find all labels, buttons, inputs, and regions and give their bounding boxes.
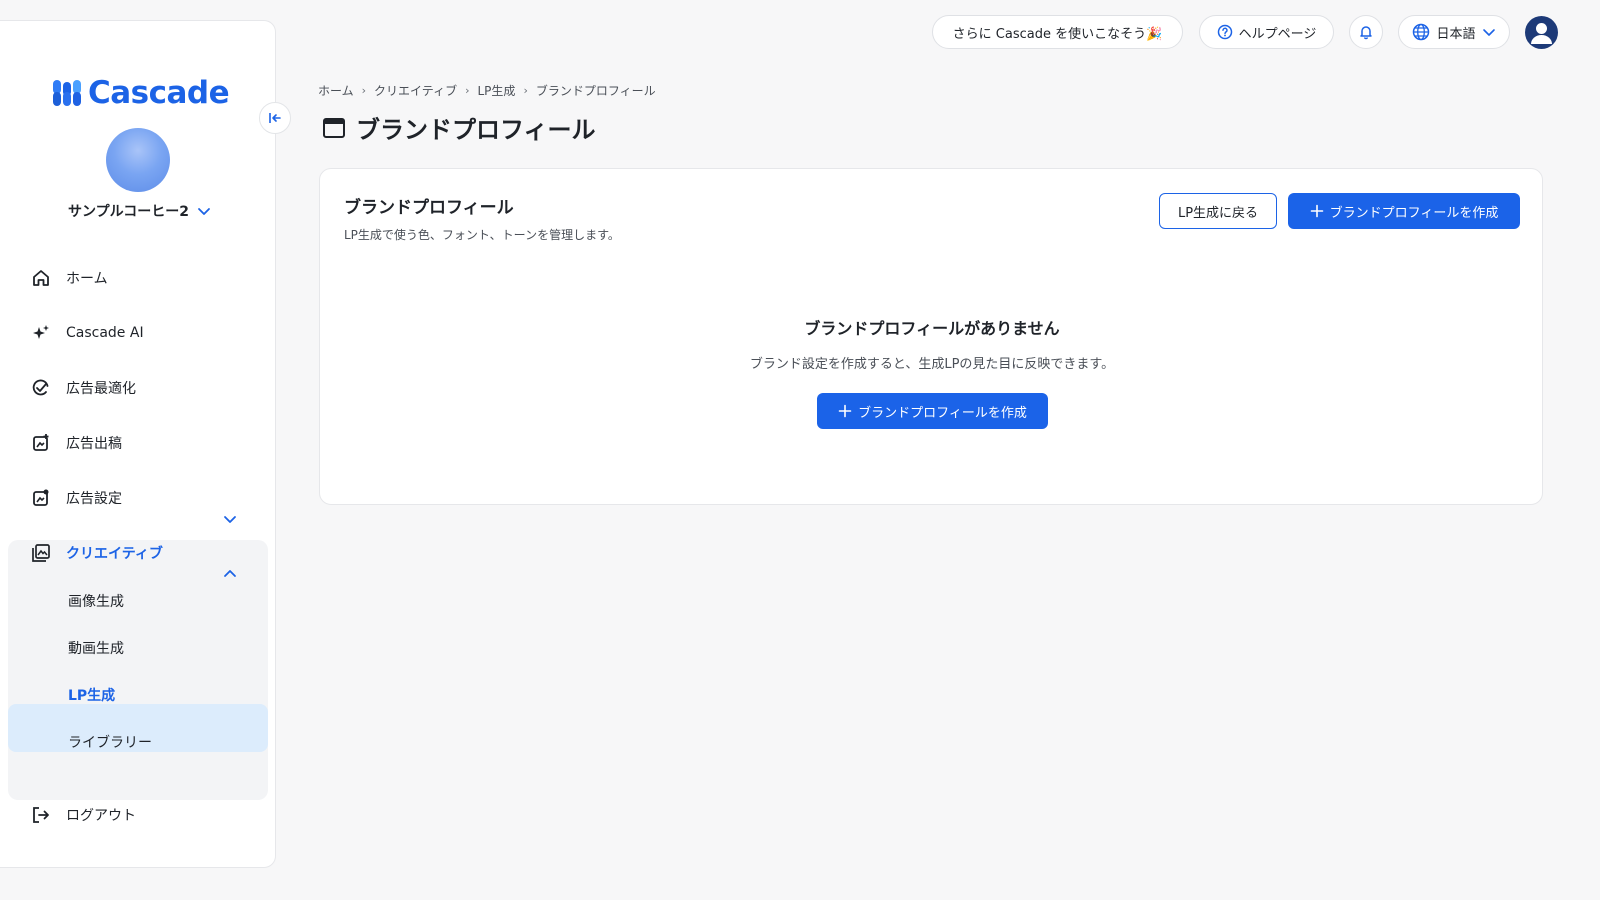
nav-label-cascade-ai: Cascade AI (66, 325, 144, 341)
plus-icon (1310, 204, 1323, 218)
sub-item-library[interactable]: ライブラリー (68, 732, 152, 752)
breadcrumb-current: ブランドプロフィール (535, 84, 656, 98)
sparkle-icon (30, 322, 52, 344)
language-selector[interactable]: 日本語 (1398, 15, 1510, 49)
promo-label: さらに Cascade を使いこなそう🎉 (952, 26, 1163, 42)
sub-item-image-gen[interactable]: 画像生成 (68, 591, 124, 611)
logout-icon (30, 804, 52, 826)
workspace-selector[interactable]: サンプルコーヒー2 (68, 201, 211, 221)
breadcrumb-creative[interactable]: クリエイティブ (374, 82, 457, 99)
card-subtitle: LP生成で使う色、フォント、トーンを管理します。 (344, 228, 620, 242)
nav-label-ad-publish: 広告出稿 (66, 436, 122, 452)
empty-state-description: ブランド設定を作成すると、生成LPの見た目に反映できます。 (749, 357, 1115, 372)
cascade-logo-text: Cascade (88, 75, 230, 111)
page-title-text: ブランドプロフィール (356, 116, 596, 144)
breadcrumb: ホーム › クリエイティブ › LP生成 › ブランドプロフィール (318, 82, 656, 99)
nav-item-logout[interactable]: ログアウト (30, 804, 136, 826)
chevron-down-icon (1482, 29, 1495, 36)
user-avatar[interactable] (1525, 16, 1558, 49)
empty-create-button-label: ブランドプロフィールを作成 (858, 405, 1027, 421)
back-to-lp-button[interactable]: LP生成に戻る (1159, 193, 1277, 229)
bell-icon (1360, 26, 1372, 40)
home-icon (30, 267, 52, 289)
user-icon (1531, 23, 1552, 44)
help-icon (1217, 24, 1232, 40)
nav-item-creative[interactable]: クリエイティブ (30, 542, 163, 564)
nav-label-ad-optimize: 広告最適化 (66, 381, 136, 397)
create-brand-profile-button[interactable]: ブランドプロフィールを作成 (1288, 193, 1520, 229)
nav-label-ad-settings: 広告設定 (66, 491, 122, 507)
collapse-sidebar-button[interactable] (259, 102, 291, 134)
nav-label-logout: ログアウト (66, 808, 136, 824)
page-title: ブランドプロフィール (322, 110, 596, 145)
nav-label-creative: クリエイティブ (66, 546, 163, 562)
window-icon (323, 117, 345, 138)
notification-button[interactable] (1349, 15, 1383, 49)
settings-image-icon (30, 487, 52, 509)
workspace-name: サンプルコーヒー2 (68, 204, 190, 220)
chevron-right-icon: › (465, 84, 470, 97)
nav-item-home[interactable]: ホーム (30, 267, 108, 289)
sub-item-lp-gen[interactable]: LP生成 (68, 685, 115, 705)
gallery-icon (30, 542, 52, 564)
empty-create-brand-profile-button[interactable]: ブランドプロフィールを作成 (817, 393, 1048, 429)
breadcrumb-lp-gen[interactable]: LP生成 (478, 82, 516, 99)
chevron-down-icon (198, 208, 210, 215)
chevron-up-icon[interactable] (222, 566, 238, 582)
publish-icon (30, 432, 52, 454)
nav-item-ad-settings[interactable]: 広告設定 (30, 487, 122, 509)
breadcrumb-home[interactable]: ホーム (318, 82, 354, 99)
help-button[interactable]: ヘルプページ (1199, 15, 1334, 49)
optimize-icon (30, 377, 52, 399)
nav-item-cascade-ai[interactable]: Cascade AI (30, 322, 144, 344)
chevron-right-icon: › (523, 84, 528, 97)
chevron-down-icon[interactable] (222, 511, 238, 527)
promo-button[interactable]: さらに Cascade を使いこなそう🎉 (932, 15, 1183, 49)
help-label: ヘルプページ (1238, 26, 1317, 42)
card-title: ブランドプロフィール (344, 198, 514, 218)
collapse-left-icon (269, 113, 281, 123)
globe-icon (1413, 23, 1430, 41)
language-label: 日本語 (1436, 26, 1476, 42)
plus-icon (838, 404, 852, 418)
cascade-logo-icon (53, 80, 81, 106)
create-button-label: ブランドプロフィールを作成 (1329, 205, 1499, 221)
cascade-logo[interactable]: Cascade (52, 75, 230, 111)
nav-item-ad-publish[interactable]: 広告出稿 (30, 432, 122, 454)
sub-item-video-gen[interactable]: 動画生成 (68, 638, 124, 658)
workspace-avatar (106, 128, 170, 192)
empty-state-title: ブランドプロフィールがありません (804, 319, 1060, 338)
nav-item-ad-optimize[interactable]: 広告最適化 (30, 377, 136, 399)
chevron-right-icon: › (361, 84, 367, 97)
nav-label-home: ホーム (66, 271, 108, 287)
sidebar: Cascade サンプルコーヒー2 ホーム Cascade AI 広告最適化 広… (0, 20, 276, 868)
brand-profile-card: ブランドプロフィール LP生成で使う色、フォント、トーンを管理します。 LP生成… (319, 168, 1543, 505)
